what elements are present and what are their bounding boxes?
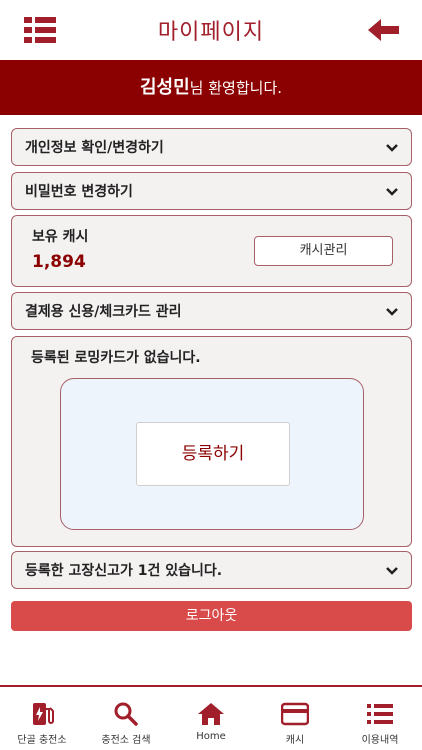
nav-label: Home	[196, 731, 226, 742]
register-area: 등록하기	[60, 378, 364, 530]
card-icon	[281, 702, 309, 726]
nav-home[interactable]: Home	[169, 687, 253, 750]
card-manage-label: 결제용 신용/체크카드 관리	[25, 304, 182, 320]
charger-icon	[33, 703, 54, 725]
welcome-text: 님 환영합니다.	[189, 79, 283, 97]
password-label: 비밀번호 변경하기	[25, 184, 133, 200]
chevron-down-icon	[386, 567, 398, 575]
fault-report-label: 등록한 고장신고가 1건 있습니다.	[25, 563, 223, 579]
cash-manage-button[interactable]: 캐시관리	[254, 236, 393, 266]
list-icon	[367, 704, 393, 724]
cash-card: 보유 캐시 1,894 캐시관리	[11, 215, 412, 287]
home-icon	[198, 703, 224, 725]
roaming-card-panel: 등록된 로밍카드가 없습니다. 등록하기	[11, 336, 412, 547]
search-icon	[114, 702, 138, 726]
nav-label: 이용내역	[361, 735, 399, 746]
back-arrow-icon[interactable]	[368, 18, 400, 42]
cash-amount: 1,894	[32, 252, 86, 272]
register-button[interactable]: 등록하기	[136, 422, 290, 486]
nav-station-search[interactable]: 충전소 검색	[84, 687, 168, 750]
personal-info-label: 개인정보 확인/변경하기	[25, 140, 164, 156]
card-manage-row[interactable]: 결제용 신용/체크카드 관리	[11, 292, 412, 330]
app-header: 마이페이지	[0, 0, 422, 60]
nav-favorite-stations[interactable]: 단골 충전소	[0, 687, 84, 750]
chevron-down-icon	[386, 188, 398, 196]
welcome-banner: 김성민님 환영합니다.	[0, 60, 422, 115]
roaming-card-message: 등록된 로밍카드가 없습니다.	[31, 350, 201, 366]
fault-report-row[interactable]: 등록한 고장신고가 1건 있습니다.	[11, 551, 412, 589]
user-name: 김성민	[139, 77, 190, 98]
nav-label: 충전소 검색	[101, 735, 151, 746]
nav-label: 단골 충전소	[17, 735, 67, 746]
chevron-down-icon	[386, 144, 398, 152]
page-title: 마이페이지	[157, 20, 265, 45]
nav-cash[interactable]: 캐시	[253, 687, 337, 750]
nav-usage-history[interactable]: 이용내역	[338, 687, 422, 750]
nav-label: 캐시	[285, 735, 305, 746]
logout-button[interactable]: 로그아웃	[11, 601, 412, 631]
password-row[interactable]: 비밀번호 변경하기	[11, 172, 412, 210]
chevron-down-icon	[386, 308, 398, 316]
personal-info-row[interactable]: 개인정보 확인/변경하기	[11, 128, 412, 166]
bottom-nav: 단골 충전소 충전소 검색 Home 캐시 이용내역	[0, 685, 422, 750]
cash-title: 보유 캐시	[32, 229, 89, 245]
